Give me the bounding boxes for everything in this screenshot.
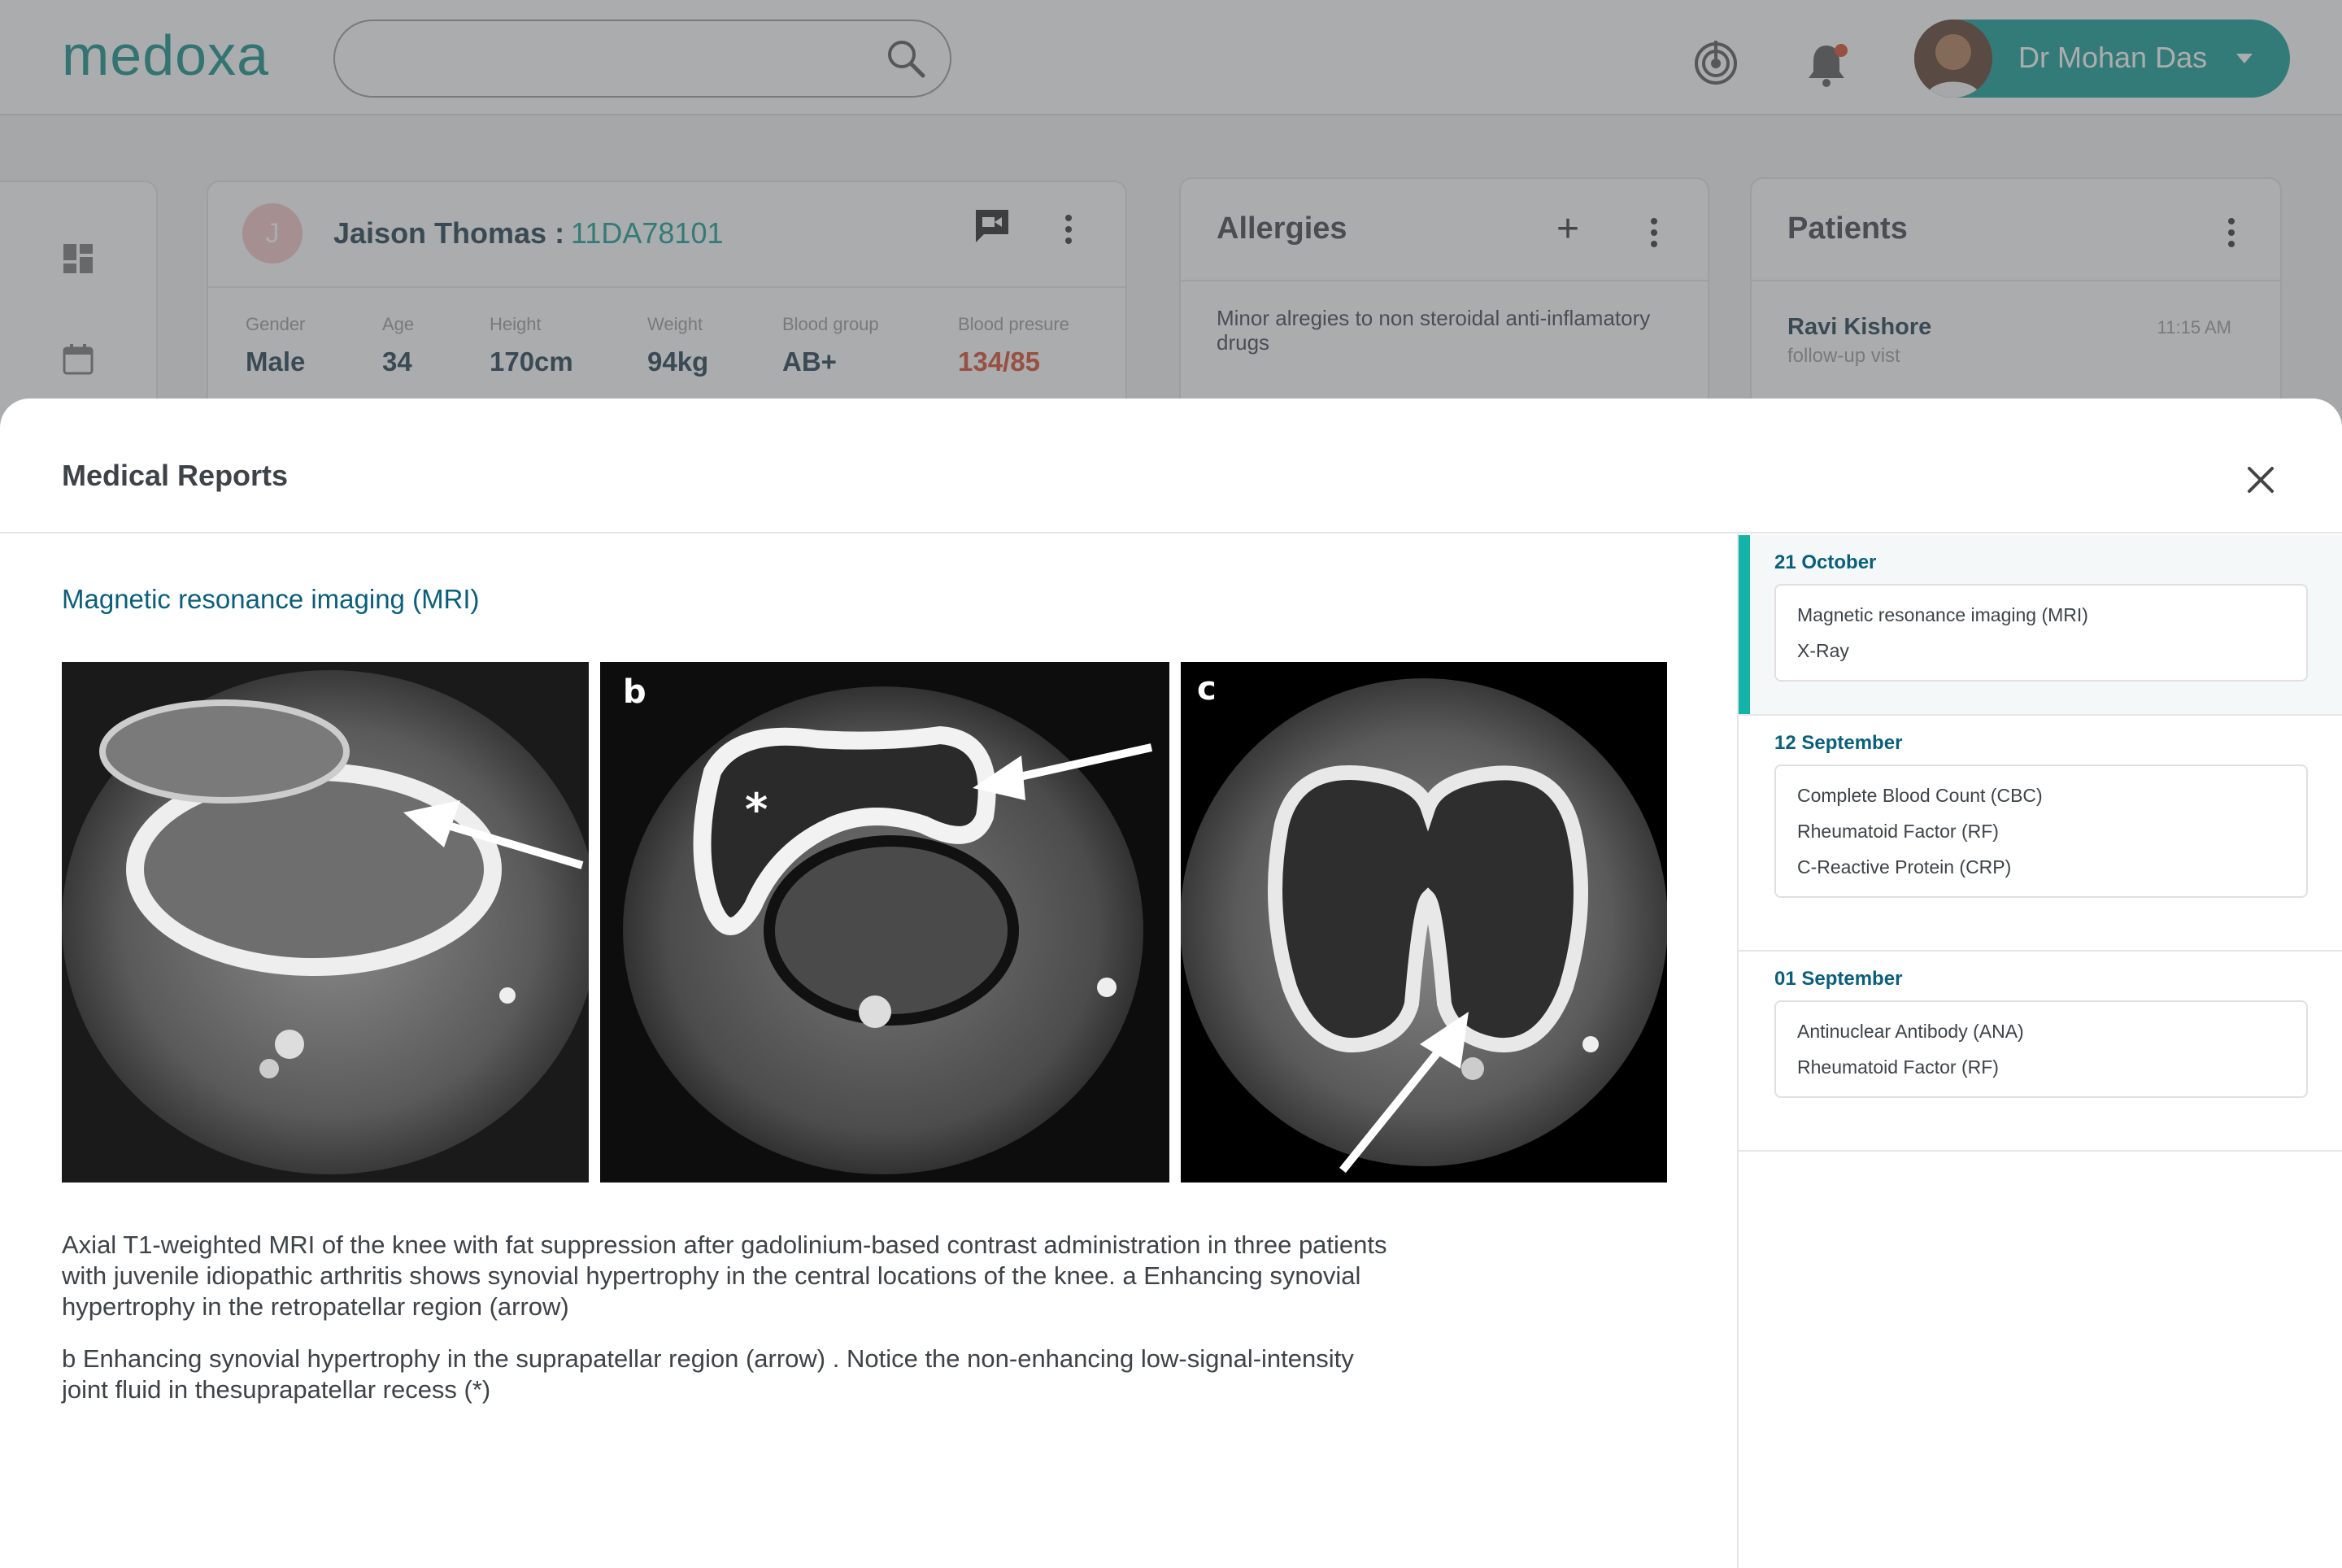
report-item[interactable]: Complete Blood Count (CBC) <box>1797 777 2285 813</box>
report-item[interactable]: Magnetic resonance imaging (MRI) <box>1797 597 2285 633</box>
report-title: Magnetic resonance imaging (MRI) <box>62 584 480 614</box>
report-item[interactable]: Rheumatoid Factor (RF) <box>1797 813 2285 849</box>
report-item[interactable]: Rheumatoid Factor (RF) <box>1797 1049 2285 1085</box>
report-group-01-september[interactable]: 01 September Antinuclear Antibody (ANA) … <box>1739 952 2342 1152</box>
mri-panel-label-c: c <box>1197 670 1217 708</box>
modal-title: Medical Reports <box>62 459 289 492</box>
report-list: Antinuclear Antibody (ANA) Rheumatoid Fa… <box>1774 1000 2308 1098</box>
description-paragraph: b Enhancing synovial hypertrophy in the … <box>62 1344 1354 1404</box>
close-icon[interactable] <box>2244 464 2277 496</box>
report-item[interactable]: Antinuclear Antibody (ANA) <box>1797 1013 2285 1049</box>
mri-panel-c: c <box>1180 662 1667 1183</box>
report-date: 12 September <box>1774 732 1903 754</box>
description-paragraph: Axial T1-weighted MRI of the knee with f… <box>62 1230 1387 1321</box>
report-date: 01 September <box>1774 968 1903 990</box>
report-date: 21 October <box>1774 551 1877 573</box>
report-item[interactable]: X-Ray <box>1797 633 2285 669</box>
report-item[interactable]: C-Reactive Protein (CRP) <box>1797 849 2285 885</box>
divider <box>0 532 2342 534</box>
medical-reports-modal: Medical Reports Magnetic resonance imagi… <box>0 399 2342 1568</box>
mri-image: * b c <box>62 662 1667 1183</box>
svg-text:*: * <box>745 784 768 835</box>
report-description: Axial T1-weighted MRI of the knee with f… <box>62 1230 1395 1426</box>
report-list: Complete Blood Count (CBC) Rheumatoid Fa… <box>1774 764 2308 898</box>
report-group-12-september[interactable]: 12 September Complete Blood Count (CBC) … <box>1739 716 2342 952</box>
report-group-21-october[interactable]: 21 October Magnetic resonance imaging (M… <box>1739 535 2342 716</box>
mri-panel-b: * b <box>600 662 1169 1183</box>
mri-panel-label-b: b <box>623 673 646 711</box>
mri-panel-a <box>62 662 599 1183</box>
report-list: Magnetic resonance imaging (MRI) X-Ray <box>1774 584 2308 682</box>
